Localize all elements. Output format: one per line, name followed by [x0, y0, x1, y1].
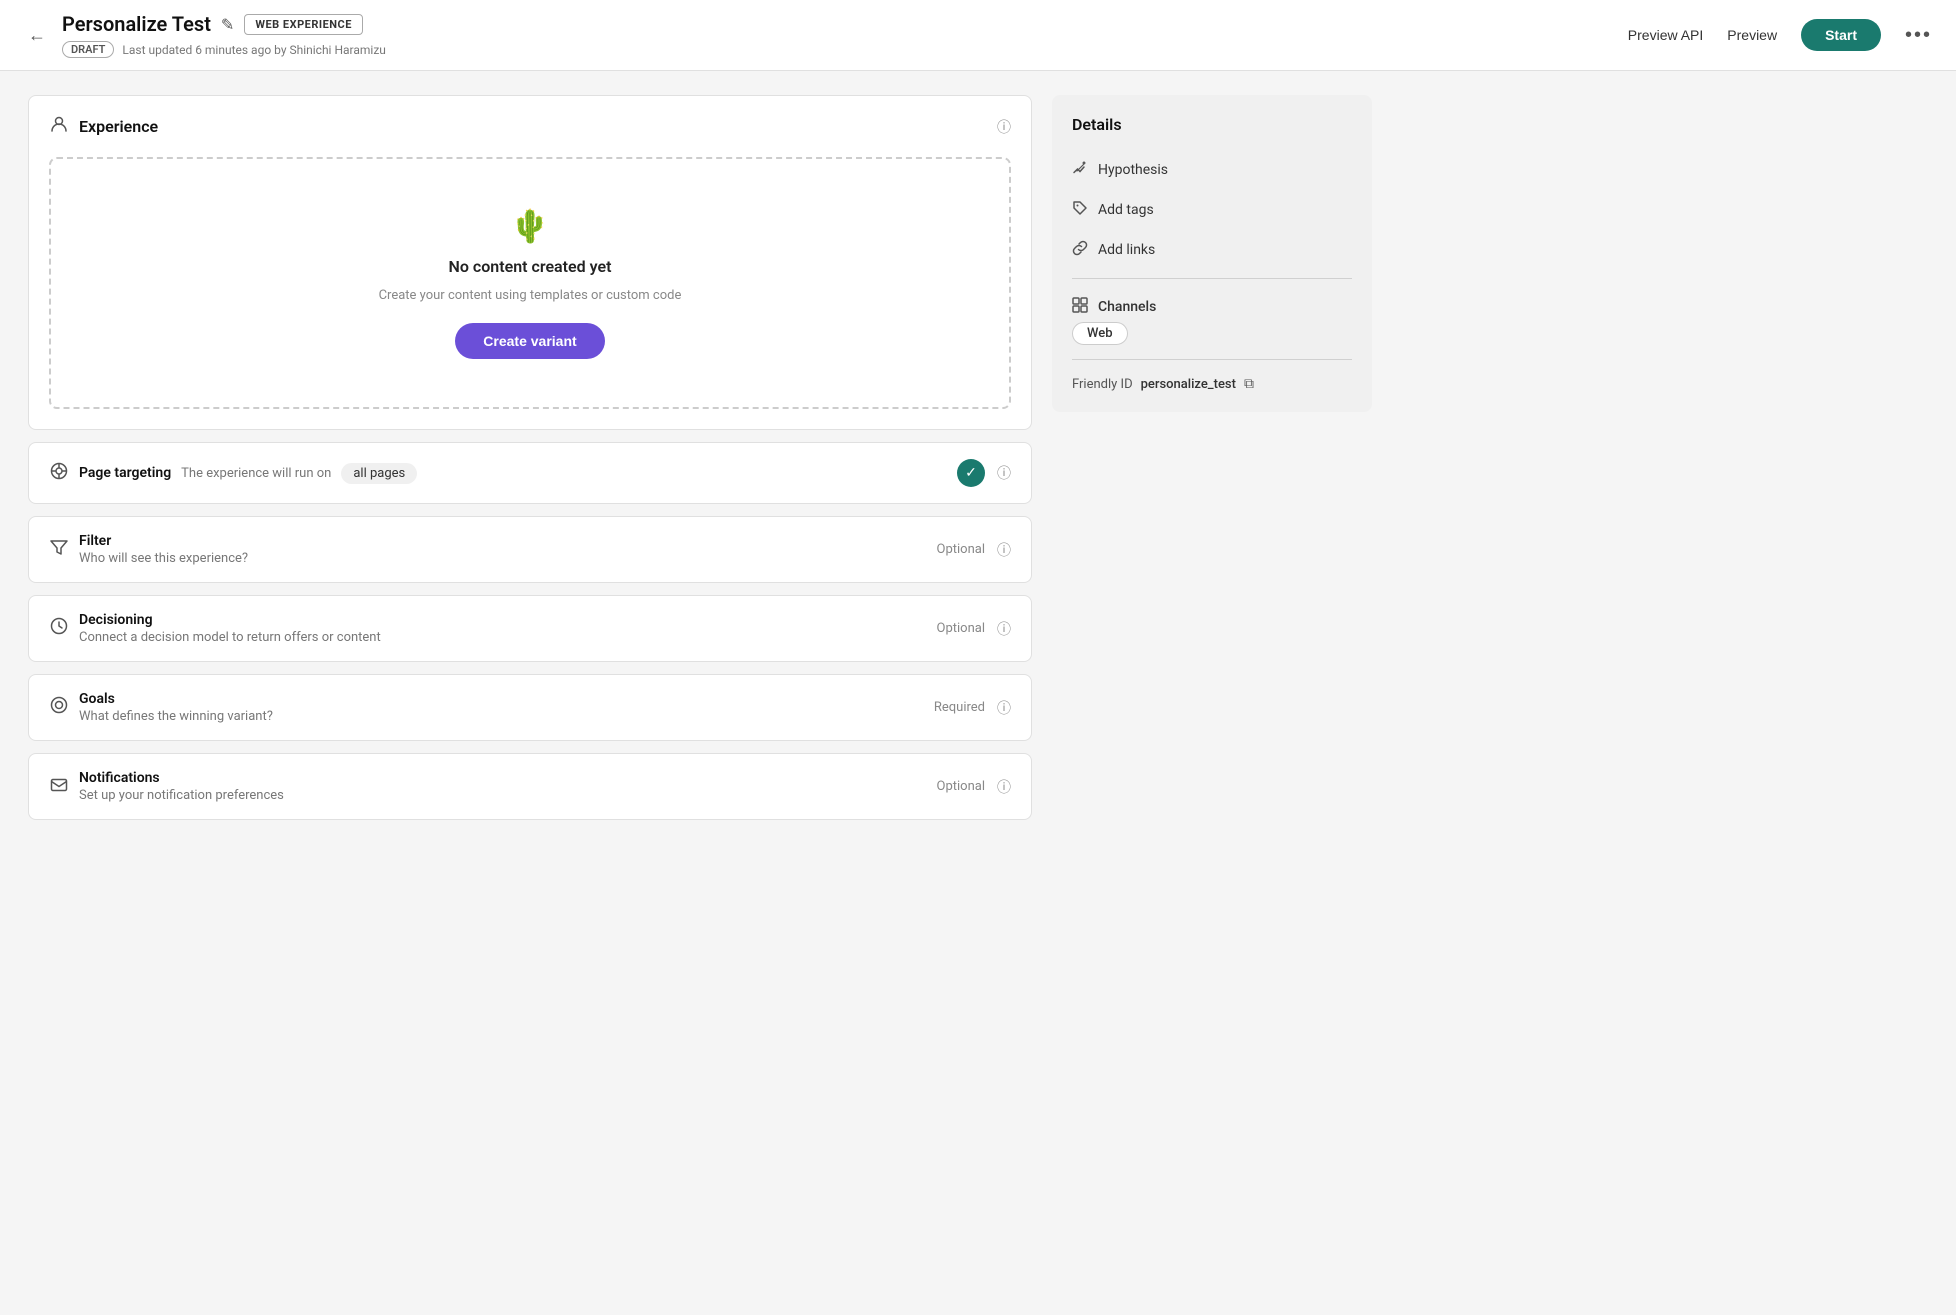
notifications-content: Notifications Set up your notification p…	[79, 770, 284, 803]
filter-content: Filter Who will see this experience?	[79, 533, 248, 566]
notifications-description: Set up your notification preferences	[79, 788, 284, 803]
hypothesis-label: Hypothesis	[1098, 162, 1168, 178]
last-updated-text: Last updated 6 minutes ago by Shinichi H…	[122, 43, 385, 57]
notifications-info-icon[interactable]: ⓘ	[997, 777, 1011, 797]
copy-icon[interactable]: ⧉	[1244, 376, 1254, 392]
friendly-id-row: Friendly ID personalize_test ⧉	[1072, 368, 1352, 392]
header-right: Preview API Preview Start •••	[1628, 19, 1932, 51]
notifications-card: Notifications Set up your notification p…	[28, 753, 1032, 820]
decisioning-icon	[49, 616, 69, 641]
add-tags-item[interactable]: Add tags	[1072, 190, 1352, 230]
links-icon	[1072, 240, 1088, 260]
header-sub: DRAFT Last updated 6 minutes ago by Shin…	[62, 41, 386, 58]
page-targeting-right: ✓ ⓘ	[957, 459, 1011, 487]
decisioning-right: Optional ⓘ	[937, 619, 1011, 639]
add-tags-label: Add tags	[1098, 202, 1154, 218]
experience-info-icon[interactable]: ⓘ	[997, 117, 1011, 137]
filter-description: Who will see this experience?	[79, 551, 248, 566]
filter-row: Filter Who will see this experience? Opt…	[29, 517, 1031, 582]
back-button[interactable]: ←	[24, 21, 50, 50]
channels-section: Channels Web	[1072, 287, 1352, 351]
page-targeting-icon	[49, 461, 69, 486]
decisioning-card: Decisioning Connect a decision model to …	[28, 595, 1032, 662]
friendly-id-key: Friendly ID	[1072, 377, 1133, 392]
header-title-wrap: Personalize Test ✎ WEB EXPERIENCE DRAFT …	[62, 12, 386, 58]
hypothesis-icon	[1072, 160, 1088, 180]
filter-icon	[49, 537, 69, 562]
experience-title: Experience	[79, 117, 158, 136]
notifications-right: Optional ⓘ	[937, 777, 1011, 797]
notifications-title: Notifications	[79, 770, 284, 786]
create-variant-button[interactable]: Create variant	[455, 323, 604, 359]
edit-icon[interactable]: ✎	[221, 15, 234, 34]
header: ← Personalize Test ✎ WEB EXPERIENCE DRAF…	[0, 0, 1956, 71]
decisioning-title: Decisioning	[79, 612, 381, 628]
web-experience-badge: WEB EXPERIENCE	[244, 14, 363, 35]
preview-api-button[interactable]: Preview API	[1628, 27, 1703, 43]
decisioning-row: Decisioning Connect a decision model to …	[29, 596, 1031, 661]
filter-status: Optional	[937, 542, 985, 557]
page-targeting-info-icon[interactable]: ⓘ	[997, 463, 1011, 483]
page-targeting-title: Page targeting	[79, 465, 171, 481]
preview-button[interactable]: Preview	[1727, 27, 1777, 43]
notifications-row: Notifications Set up your notification p…	[29, 754, 1031, 819]
channels-icon	[1072, 297, 1088, 317]
empty-state-title: No content created yet	[449, 257, 612, 276]
filter-card: Filter Who will see this experience? Opt…	[28, 516, 1032, 583]
filter-info-icon[interactable]: ⓘ	[997, 540, 1011, 560]
decisioning-info-icon[interactable]: ⓘ	[997, 619, 1011, 639]
goals-title: Goals	[79, 691, 273, 707]
page-targeting-check-icon: ✓	[957, 459, 985, 487]
goals-right: Required ⓘ	[934, 698, 1011, 718]
page-targeting-card: Page targeting The experience will run o…	[28, 442, 1032, 504]
draft-badge: DRAFT	[62, 41, 114, 58]
goals-description: What defines the winning variant?	[79, 709, 273, 724]
goals-row: Goals What defines the winning variant? …	[29, 675, 1031, 740]
hypothesis-item[interactable]: Hypothesis	[1072, 150, 1352, 190]
all-pages-badge: all pages	[341, 463, 417, 484]
decisioning-description: Connect a decision model to return offer…	[79, 630, 381, 645]
goals-content: Goals What defines the winning variant?	[79, 691, 273, 724]
start-button[interactable]: Start	[1801, 19, 1881, 51]
empty-state-subtitle: Create your content using templates or c…	[379, 288, 682, 303]
tags-icon	[1072, 200, 1088, 220]
cactus-icon: 🌵	[510, 207, 550, 245]
more-options-button[interactable]: •••	[1905, 24, 1932, 47]
filter-title: Filter	[79, 533, 248, 549]
page-targeting-description: The experience will run on	[181, 466, 331, 481]
details-panel: Details Hypothesis	[1052, 95, 1372, 412]
add-links-label: Add links	[1098, 242, 1155, 258]
goals-icon	[49, 695, 69, 720]
header-top-row: Personalize Test ✎ WEB EXPERIENCE	[62, 12, 386, 36]
channels-label-row: Channels	[1072, 297, 1352, 317]
decisioning-status: Optional	[937, 621, 985, 636]
filter-right: Optional ⓘ	[937, 540, 1011, 560]
header-left: ← Personalize Test ✎ WEB EXPERIENCE DRAF…	[24, 12, 1628, 58]
channels-title: Channels	[1098, 299, 1156, 315]
web-channel-badge: Web	[1072, 322, 1128, 345]
notifications-icon	[49, 774, 69, 799]
experience-card: Experience ⓘ 🌵 No content created yet Cr…	[28, 95, 1032, 430]
details-divider-2	[1072, 359, 1352, 360]
experience-section-header: Experience ⓘ	[29, 96, 1031, 157]
main-layout: Experience ⓘ 🌵 No content created yet Cr…	[0, 71, 1400, 844]
notifications-status: Optional	[937, 779, 985, 794]
left-column: Experience ⓘ 🌵 No content created yet Cr…	[28, 95, 1032, 820]
goals-card: Goals What defines the winning variant? …	[28, 674, 1032, 741]
details-divider	[1072, 278, 1352, 279]
experience-icon	[49, 114, 69, 139]
experience-empty-state: 🌵 No content created yet Create your con…	[49, 157, 1011, 409]
right-column: Details Hypothesis	[1052, 95, 1372, 820]
goals-status: Required	[934, 700, 985, 715]
add-links-item[interactable]: Add links	[1072, 230, 1352, 270]
friendly-id-value: personalize_test	[1141, 377, 1236, 392]
details-title: Details	[1072, 115, 1352, 134]
decisioning-content: Decisioning Connect a decision model to …	[79, 612, 381, 645]
goals-info-icon[interactable]: ⓘ	[997, 698, 1011, 718]
page-targeting-row: Page targeting The experience will run o…	[29, 443, 1031, 503]
page-title: Personalize Test	[62, 12, 211, 36]
